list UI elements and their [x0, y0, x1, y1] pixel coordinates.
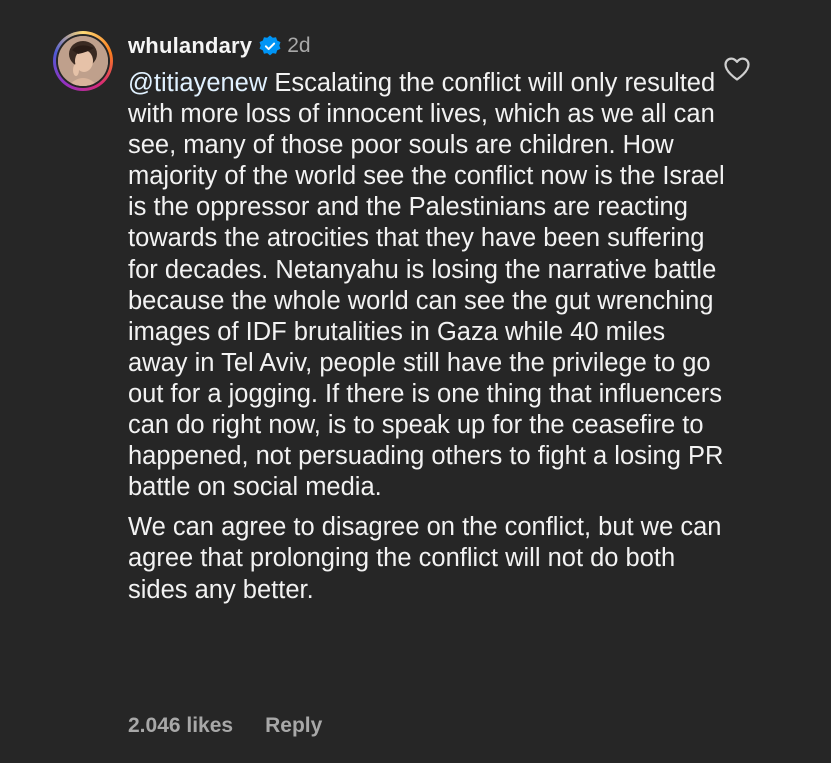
comment-paragraph-2: We can agree to disagree on the conflict…: [128, 513, 722, 604]
avatar-image: [58, 36, 108, 86]
avatar-photo-icon: [58, 36, 108, 86]
comment-text-1: Escalating the conflict will only result…: [128, 69, 725, 502]
avatar[interactable]: [53, 31, 113, 91]
likes-count[interactable]: 2.046 likes: [128, 714, 233, 738]
username[interactable]: whulandary: [128, 33, 252, 59]
comment: whulandary 2d @titiayenew Escalating the…: [0, 0, 831, 763]
comment-body: @titiayenew Escalating the conflict will…: [128, 68, 728, 606]
avatar-ring: [56, 34, 110, 88]
mention-link[interactable]: @titiayenew: [128, 69, 267, 97]
reply-button[interactable]: Reply: [265, 714, 322, 738]
comment-footer: 2.046 likes Reply: [128, 714, 322, 738]
comment-paragraph-1: @titiayenew Escalating the conflict will…: [128, 68, 728, 503]
comment-header: whulandary 2d: [128, 30, 311, 62]
heart-outline-icon[interactable]: [723, 56, 751, 82]
verified-badge-icon: [259, 35, 281, 57]
comment-time: 2d: [287, 34, 311, 57]
